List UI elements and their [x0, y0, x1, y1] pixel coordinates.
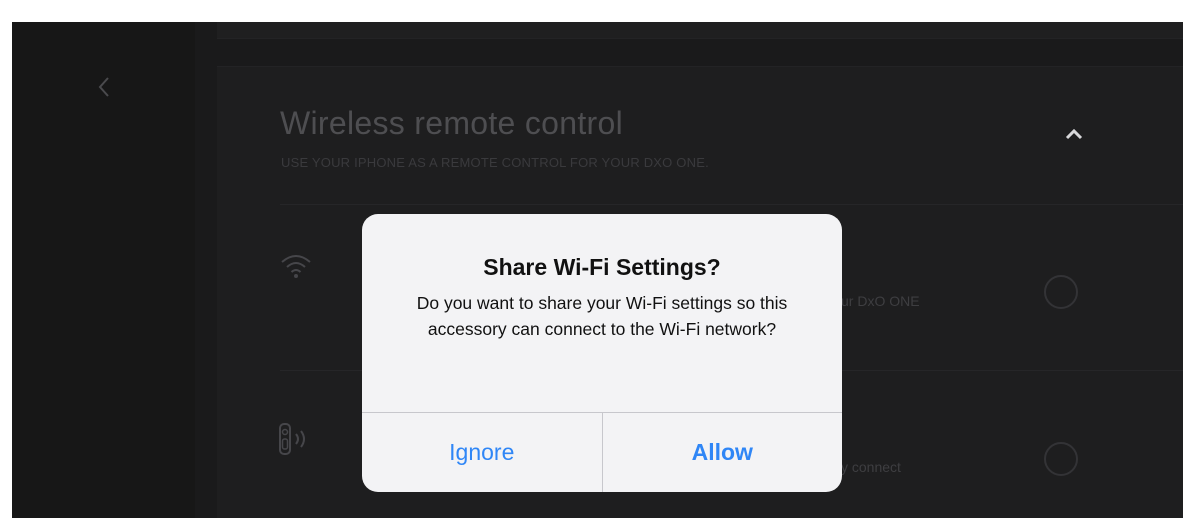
share-wifi-alert: Share Wi-Fi Settings? Do you want to sha…: [362, 214, 842, 492]
alert-actions: Ignore Allow: [362, 412, 842, 492]
back-button[interactable]: [92, 72, 116, 102]
camera-option-icon: [277, 420, 317, 460]
chevron-up-icon: [1065, 128, 1083, 140]
navigation-column: [12, 22, 195, 518]
wifi-option-text: ur DxO ONE: [841, 293, 920, 309]
wifi-option-icon: [279, 250, 313, 284]
alert-message: Do you want to share your Wi-Fi settings…: [416, 293, 788, 339]
collapse-button[interactable]: [1063, 125, 1085, 143]
camera-signal-icon: [279, 423, 305, 455]
ignore-button[interactable]: Ignore: [362, 413, 602, 492]
app-screen: Wireless remote control USE YOUR IPHONE …: [12, 22, 1183, 518]
previous-card: [217, 22, 1183, 39]
section-subtitle: USE YOUR IPHONE AS A REMOTE CONTROL FOR …: [281, 155, 709, 170]
wifi-option-radio[interactable]: [1044, 275, 1078, 309]
section-divider: [280, 204, 1183, 205]
allow-button[interactable]: Allow: [601, 413, 843, 492]
wifi-icon: [281, 255, 311, 278]
camera-option-text: y connect: [841, 459, 901, 475]
alert-title: Share Wi-Fi Settings?: [483, 254, 721, 280]
camera-option-radio[interactable]: [1044, 442, 1078, 476]
section-title: Wireless remote control: [280, 105, 623, 141]
chevron-left-icon: [98, 77, 109, 97]
